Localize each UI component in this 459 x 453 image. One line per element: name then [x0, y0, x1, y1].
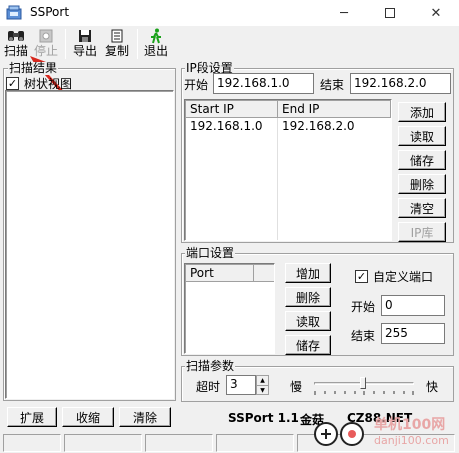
scan-results-title: 扫描结果: [8, 61, 59, 75]
port-list[interactable]: Port: [184, 263, 275, 354]
start-ip-cell: 192.168.1.0: [190, 119, 263, 133]
fast-label: 快: [426, 380, 439, 394]
ip-range-list[interactable]: Start IP End IP 192.168.1.0 192.168.2.0: [184, 99, 392, 241]
slider-thumb[interactable]: [360, 377, 366, 389]
watermark-brand: 单机100网: [374, 417, 446, 433]
port-column-header[interactable]: Port: [186, 265, 254, 282]
port-end-input[interactable]: 255: [381, 323, 445, 344]
expand-button[interactable]: 扩展: [7, 407, 57, 427]
port-list-header: Port: [186, 265, 274, 282]
status-pane: [64, 434, 142, 452]
port-save-button[interactable]: 储存: [285, 335, 331, 355]
custom-port-label: 自定义端口: [373, 270, 434, 284]
ip-start-label: 开始: [184, 78, 209, 92]
watermark-logo-icon: [314, 422, 364, 446]
spin-up-icon[interactable]: ▲: [257, 376, 268, 385]
ip-clear-button[interactable]: 清空: [398, 198, 446, 218]
port-start-label: 开始: [351, 300, 376, 314]
custom-port-checkbox-row[interactable]: ✓ 自定义端口: [355, 268, 433, 285]
port-add-button[interactable]: 增加: [285, 263, 331, 283]
end-ip-column-header[interactable]: End IP: [278, 101, 391, 118]
ip-start-input[interactable]: 192.168.1.0: [213, 73, 314, 94]
end-ip-cell: 192.168.2.0: [282, 119, 355, 133]
status-pane: [3, 434, 61, 452]
ip-library-button[interactable]: IP库: [398, 222, 446, 242]
watermark-url: danji100.com: [374, 434, 449, 447]
status-pane: [216, 434, 294, 452]
scan-results-tree[interactable]: [5, 90, 174, 399]
speed-slider[interactable]: [312, 376, 416, 396]
slider-ticks: [314, 391, 414, 395]
start-ip-column-header[interactable]: Start IP: [186, 101, 278, 118]
timeout-input[interactable]: 3: [226, 375, 256, 395]
timeout-spinner[interactable]: ▲ ▼: [256, 375, 269, 395]
collapse-button[interactable]: 收缩: [62, 407, 114, 427]
ip-end-label: 结束: [320, 78, 345, 92]
spin-down-icon[interactable]: ▼: [257, 385, 268, 394]
table-row[interactable]: 192.168.1.0 192.168.2.0: [186, 118, 391, 134]
ip-list-header: Start IP End IP: [186, 101, 391, 118]
port-end-label: 结束: [351, 329, 376, 343]
column-divider: [277, 118, 278, 240]
ip-delete-button[interactable]: 删除: [398, 174, 446, 194]
site-watermark: 单机100网 danji100.com: [312, 412, 457, 452]
ip-add-button[interactable]: 添加: [398, 102, 446, 122]
port-settings-title: 端口设置: [185, 246, 236, 260]
timeout-label: 超时: [196, 380, 221, 394]
clear-results-button[interactable]: 清除: [119, 407, 171, 427]
custom-port-checkbox[interactable]: ✓: [355, 270, 368, 283]
version-text: SSPort 1.1: [228, 411, 299, 425]
status-pane: [145, 434, 213, 452]
scan-params-title: 扫描参数: [185, 359, 236, 373]
tree-view-checkbox[interactable]: ✓: [6, 77, 19, 90]
port-delete-button[interactable]: 删除: [285, 287, 331, 307]
port-read-button[interactable]: 读取: [285, 311, 331, 331]
port-start-input[interactable]: 0: [381, 295, 445, 316]
ip-save-button[interactable]: 储存: [398, 150, 446, 170]
slow-label: 慢: [290, 380, 303, 394]
ip-read-button[interactable]: 读取: [398, 126, 446, 146]
ip-end-input[interactable]: 192.168.2.0: [350, 73, 451, 94]
